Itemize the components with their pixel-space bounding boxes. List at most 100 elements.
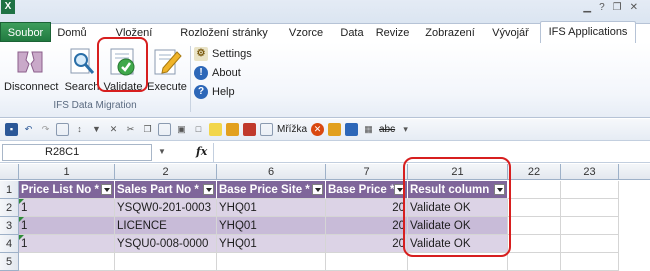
stop-icon[interactable]: ✕ — [311, 123, 324, 136]
gridlines-checkbox[interactable] — [260, 123, 273, 136]
row-header[interactable]: 1 — [0, 181, 19, 199]
empty-cell[interactable] — [508, 217, 561, 235]
table-cell[interactable]: 20 — [326, 217, 408, 235]
spelling-icon[interactable]: abc — [379, 124, 395, 135]
grid-icon[interactable] — [56, 123, 69, 136]
name-box-dropdown-icon[interactable]: ▼ — [158, 147, 166, 156]
filter-icon[interactable]: ▼ — [90, 123, 103, 136]
window-controls: ▁ ? ❐ ✕ — [583, 2, 638, 13]
table-header-cell[interactable]: Sales Part No * — [115, 181, 217, 199]
about-button[interactable]: ! About — [194, 64, 241, 81]
tab-view[interactable]: Zobrazení — [419, 24, 481, 42]
table-cell[interactable]: 20 — [326, 235, 408, 253]
image-icon[interactable]: ▣ — [175, 123, 188, 136]
font-color-icon[interactable] — [243, 123, 256, 136]
validate-highlight-outline — [97, 37, 148, 92]
empty-cell[interactable] — [561, 253, 619, 271]
disconnect-button[interactable]: Disconnect — [4, 46, 58, 93]
settings-button[interactable]: ⚙ Settings — [194, 45, 252, 62]
close-icon[interactable]: ✕ — [630, 2, 638, 13]
empty-cell[interactable] — [561, 181, 619, 199]
column-header[interactable]: 2 — [115, 164, 217, 180]
tab-home[interactable]: Domů — [56, 24, 88, 42]
filter-dropdown-icon[interactable] — [203, 184, 214, 195]
border-icon[interactable]: □ — [192, 123, 205, 136]
empty-cell[interactable] — [326, 253, 408, 271]
search-button[interactable]: Search — [64, 46, 100, 93]
folder-icon[interactable] — [226, 123, 239, 136]
help-button[interactable]: ? Help — [194, 83, 235, 100]
excel-app-icon[interactable]: X — [1, 0, 15, 14]
undo-icon[interactable]: ↶ — [22, 123, 35, 136]
tab-ifs-applications[interactable]: IFS Applications — [540, 21, 636, 43]
tab-formulas[interactable]: Vzorce — [283, 24, 329, 42]
empty-cell[interactable] — [561, 199, 619, 217]
table-header-cell[interactable]: Price List No * — [19, 181, 115, 199]
table-header-cell[interactable]: Base Price * — [326, 181, 408, 199]
filter-dropdown-icon[interactable] — [312, 184, 323, 195]
empty-cell[interactable] — [508, 253, 561, 271]
restore-icon[interactable]: ❐ — [613, 2, 622, 13]
tab-file[interactable]: Soubor — [0, 22, 51, 42]
table-cell[interactable]: YSQW0-201-0003 — [115, 199, 217, 217]
select-all-corner[interactable] — [0, 164, 19, 180]
column-header[interactable]: 23 — [561, 164, 619, 180]
table-icon[interactable] — [158, 123, 171, 136]
lock-icon[interactable] — [328, 123, 341, 136]
empty-cell[interactable] — [561, 235, 619, 253]
empty-cell[interactable] — [561, 217, 619, 235]
empty-cell[interactable] — [508, 199, 561, 217]
about-label: About — [212, 66, 241, 79]
header-label: Price List No * — [21, 184, 99, 196]
row-header[interactable]: 3 — [0, 217, 19, 235]
table-cell[interactable]: 1 — [19, 235, 115, 253]
column-header[interactable]: 7 — [326, 164, 408, 180]
redo-icon[interactable]: ↷ — [39, 123, 52, 136]
insert-function-icon[interactable]: fx — [196, 145, 207, 158]
save-icon[interactable]: ▪ — [5, 123, 18, 136]
table-cell[interactable]: 1 — [19, 199, 115, 217]
header-label: Sales Part No * — [117, 184, 199, 196]
column-header[interactable]: 6 — [217, 164, 326, 180]
row-header[interactable]: 5 — [0, 253, 19, 271]
search-icon — [66, 46, 98, 78]
minimize-icon[interactable]: ▁ — [583, 2, 591, 13]
sort-icon[interactable]: ↕ — [73, 123, 86, 136]
chart-icon[interactable]: ▦ — [362, 123, 375, 136]
error-indicator-icon — [19, 235, 24, 240]
workbook-icon[interactable] — [345, 123, 358, 136]
table-cell[interactable]: YHQ01 — [217, 199, 326, 217]
name-box[interactable]: R28C1 — [2, 144, 152, 161]
tab-page-layout[interactable]: Rozložení stránky — [168, 24, 280, 42]
empty-cell[interactable] — [508, 235, 561, 253]
settings-label: Settings — [212, 47, 252, 60]
table-cell[interactable]: 20 — [326, 199, 408, 217]
table-cell[interactable]: YSQU0-008-0000 — [115, 235, 217, 253]
row-header[interactable]: 2 — [0, 199, 19, 217]
tab-review[interactable]: Revize — [375, 24, 410, 42]
clear-filter-icon[interactable]: ✕ — [107, 123, 120, 136]
table-cell[interactable]: 1 — [19, 217, 115, 235]
tab-data[interactable]: Data — [336, 24, 368, 42]
table-cell[interactable]: YHQ01 — [217, 217, 326, 235]
error-indicator-icon — [19, 199, 24, 204]
help-icon[interactable]: ? — [599, 2, 605, 13]
empty-cell[interactable] — [217, 253, 326, 271]
copy-icon[interactable]: ❐ — [141, 123, 154, 136]
tab-developer[interactable]: Vývojář — [488, 24, 533, 42]
search-label: Search — [64, 81, 100, 93]
table-header-cell[interactable]: Base Price Site * — [217, 181, 326, 199]
empty-cell[interactable] — [19, 253, 115, 271]
cut-icon[interactable]: ✂ — [124, 123, 137, 136]
row-header[interactable]: 4 — [0, 235, 19, 253]
column-header[interactable]: 22 — [508, 164, 561, 180]
table-cell[interactable]: LICENCE — [115, 217, 217, 235]
filter-dropdown-icon[interactable] — [101, 184, 112, 195]
customize-qat-icon[interactable]: ▾ — [399, 123, 412, 136]
column-header[interactable]: 1 — [19, 164, 115, 180]
fill-color-icon[interactable] — [209, 123, 222, 136]
execute-button[interactable]: Execute — [145, 46, 189, 93]
empty-cell[interactable] — [508, 181, 561, 199]
empty-cell[interactable] — [115, 253, 217, 271]
table-cell[interactable]: YHQ01 — [217, 235, 326, 253]
